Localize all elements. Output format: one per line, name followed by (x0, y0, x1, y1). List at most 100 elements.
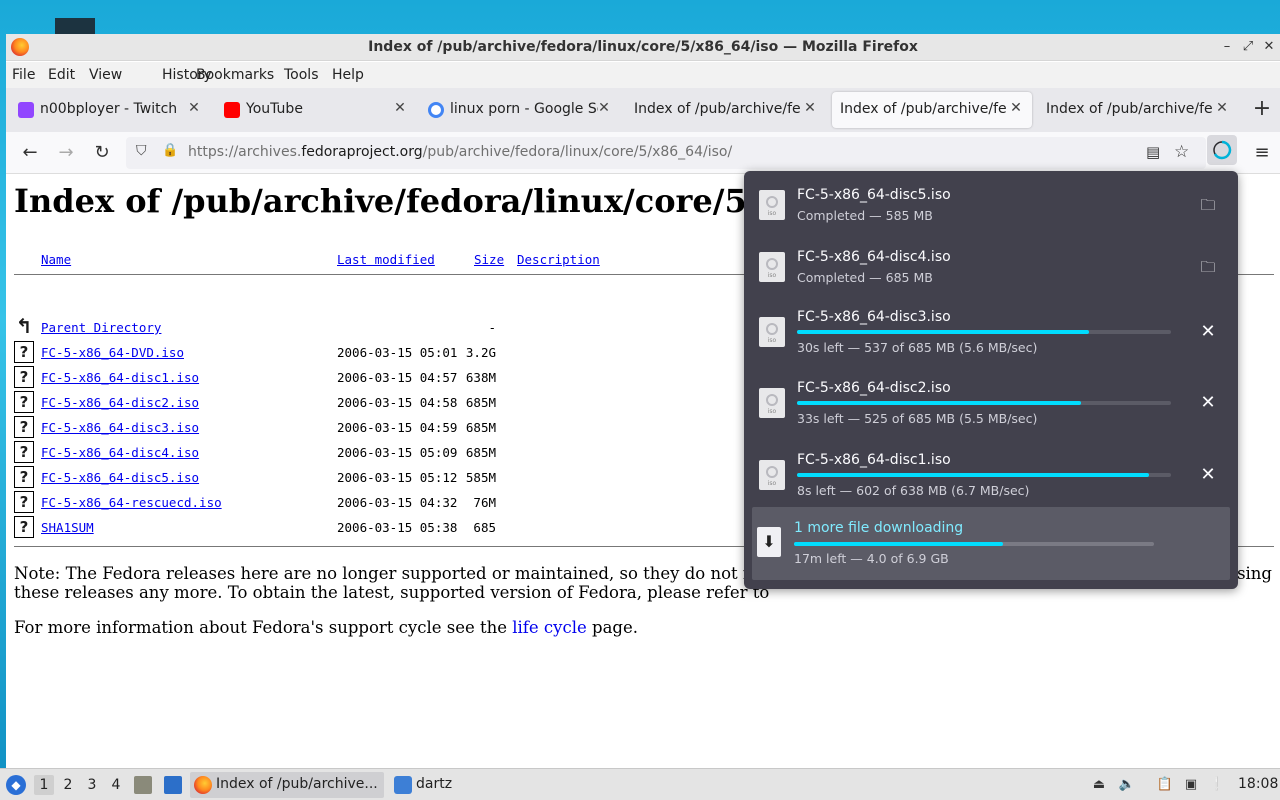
column-last-modified-header[interactable]: Last modified (337, 252, 435, 267)
progress-fill (794, 542, 1003, 546)
back-icon[interactable]: ← (16, 140, 44, 166)
workspace-4[interactable]: 4 (106, 775, 126, 795)
start-menu-icon[interactable]: ◆ (6, 775, 26, 795)
clipboard-icon[interactable]: 📋 (1156, 776, 1174, 794)
progress-fill (797, 401, 1082, 405)
reload-icon[interactable]: ↻ (88, 140, 116, 166)
tracking-shield-icon[interactable]: ⛉ (136, 143, 147, 159)
parent-directory-link[interactable]: Parent Directory (41, 320, 161, 335)
bookmark-star-icon[interactable]: ☆ (1174, 142, 1189, 162)
file-size: - (488, 320, 496, 335)
menu-bookmarks[interactable]: Bookmarks (196, 67, 274, 83)
workspace-1[interactable]: 1 (34, 775, 54, 795)
download-item[interactable]: iso FC-5-x86_64-disc3.iso 30s left — 537… (752, 305, 1230, 367)
lock-icon[interactable]: 🔒 (162, 143, 178, 158)
download-item[interactable]: iso FC-5-x86_64-disc2.iso 33s left — 525… (752, 376, 1230, 438)
open-folder-icon[interactable]: 🗀 (1197, 256, 1219, 278)
tray-eject-icon[interactable]: ⏏ (1090, 776, 1108, 794)
tab-strip: n00bployer - Twitch ✕ YouTube ✕ linux po… (6, 88, 1280, 132)
task-firefox[interactable]: Index of /pub/archive... (190, 772, 384, 798)
unknown-file-icon: ? (14, 416, 34, 438)
close-tab-icon[interactable]: ✕ (186, 100, 202, 116)
tab-index-1[interactable]: Index of /pub/archive/fed ✕ (626, 92, 826, 128)
network-icon[interactable]: ▣ (1182, 776, 1200, 794)
info-text: For more information about Fedora's supp… (14, 618, 513, 637)
menu-edit[interactable]: Edit (48, 67, 75, 83)
tab-label: YouTube (246, 101, 303, 117)
reader-view-icon[interactable]: ▤ (1146, 143, 1160, 161)
menu-help[interactable]: Help (332, 67, 364, 83)
download-item[interactable]: iso FC-5-x86_64-disc4.iso Completed — 68… (752, 243, 1230, 297)
more-downloads-label[interactable]: 1 more file downloading (794, 520, 963, 536)
cancel-download-icon[interactable]: ✕ (1197, 392, 1219, 414)
close-window-button[interactable]: ✕ (1260, 38, 1278, 56)
close-tab-icon[interactable]: ✕ (596, 100, 612, 116)
file-link[interactable]: FC-5-x86_64-rescuecd.iso (41, 495, 222, 510)
file-link[interactable]: FC-5-x86_64-disc1.iso (41, 370, 199, 385)
tab-label: Index of /pub/archive/fed (840, 101, 1006, 117)
unknown-file-icon: ? (14, 366, 34, 388)
window-title: Index of /pub/archive/fedora/linux/core/… (368, 39, 918, 55)
tab-label: n00bployer - Twitch (40, 101, 178, 117)
life-cycle-link[interactable]: life cycle (512, 618, 587, 637)
file-link[interactable]: FC-5-x86_64-disc3.iso (41, 420, 199, 435)
close-tab-icon[interactable]: ✕ (1214, 100, 1230, 116)
column-size-header[interactable]: Size (474, 252, 504, 267)
menu-tools[interactable]: Tools (284, 67, 319, 83)
download-item[interactable]: iso FC-5-x86_64-disc1.iso 8s left — 602 … (752, 448, 1230, 510)
notification-icon[interactable]: ❕ (1208, 776, 1226, 794)
file-link[interactable]: FC-5-x86_64-disc4.iso (41, 445, 199, 460)
file-link[interactable]: FC-5-x86_64-DVD.iso (41, 345, 184, 360)
tab-twitch[interactable]: n00bployer - Twitch ✕ (10, 92, 210, 128)
new-tab-button[interactable]: + (1250, 98, 1274, 122)
close-tab-icon[interactable]: ✕ (392, 100, 408, 116)
tab-label: Index of /pub/archive/fed (1046, 101, 1212, 117)
note-line-1: Note: The Fedora releases here are no lo… (14, 564, 770, 583)
file-size: 76M (473, 495, 496, 510)
iso-file-icon: iso (759, 252, 785, 282)
download-progress-bar (797, 330, 1171, 334)
cancel-download-icon[interactable]: ✕ (1197, 321, 1219, 343)
desktop-background (0, 0, 1280, 34)
app-menu-icon[interactable]: ≡ (1248, 140, 1276, 166)
file-link[interactable]: FC-5-x86_64-disc2.iso (41, 395, 199, 410)
file-link[interactable]: FC-5-x86_64-disc5.iso (41, 470, 199, 485)
open-folder-icon[interactable]: 🗀 (1197, 194, 1219, 216)
tab-index-active[interactable]: Index of /pub/archive/fed ✕ (832, 92, 1032, 128)
workspace-3[interactable]: 3 (82, 775, 102, 795)
workspace-2[interactable]: 2 (58, 775, 78, 795)
download-status: 33s left — 525 of 685 MB (5.5 MB/sec) (797, 411, 1038, 426)
task-dartz[interactable]: dartz (390, 772, 470, 798)
unknown-file-icon: ? (14, 391, 34, 413)
navigation-toolbar: ← → ↻ ⛉ 🔒 https://archives.fedoraproject… (6, 132, 1280, 174)
file-link[interactable]: SHA1SUM (41, 520, 94, 535)
close-tab-icon[interactable]: ✕ (1008, 100, 1024, 116)
maximize-button[interactable]: ⤢ (1239, 38, 1257, 56)
volume-icon[interactable]: 🔈 (1118, 776, 1136, 794)
download-item[interactable]: iso FC-5-x86_64-disc5.iso Completed — 58… (752, 181, 1230, 235)
column-description-header[interactable]: Description (517, 252, 600, 267)
url-text[interactable]: https://archives.fedoraproject.org/pub/a… (188, 144, 732, 160)
download-status: Completed — 585 MB (797, 208, 933, 223)
close-tab-icon[interactable]: ✕ (802, 100, 818, 116)
more-downloads-row[interactable]: ⬇ 1 more file downloading 17m left — 4.0… (752, 507, 1230, 580)
file-manager-launcher-icon[interactable] (134, 776, 152, 794)
tab-index-3[interactable]: Index of /pub/archive/fed ✕ (1038, 92, 1238, 128)
firefox-icon (194, 776, 212, 794)
menu-view[interactable]: View (89, 67, 122, 83)
menu-file[interactable]: File (12, 67, 35, 83)
desktop-panel-chip (55, 18, 95, 34)
tab-youtube[interactable]: YouTube ✕ (216, 92, 416, 128)
column-name-header[interactable]: Name (41, 252, 71, 267)
minimize-button[interactable]: – (1218, 38, 1236, 56)
tab-google-search[interactable]: linux porn - Google Se ✕ (420, 92, 620, 128)
iso-file-icon: iso (759, 317, 785, 347)
url-bar[interactable]: ⛉ 🔒 https://archives.fedoraproject.org/p… (126, 137, 1206, 169)
desktop-launcher-icon[interactable] (164, 776, 182, 794)
title-bar: Index of /pub/archive/fedora/linux/core/… (6, 34, 1280, 61)
download-progress-icon (1213, 140, 1232, 160)
downloads-button[interactable] (1207, 135, 1237, 165)
cancel-download-icon[interactable]: ✕ (1197, 464, 1219, 486)
forward-icon[interactable]: → (52, 140, 80, 166)
download-arrow-icon: ⬇ (757, 527, 781, 557)
